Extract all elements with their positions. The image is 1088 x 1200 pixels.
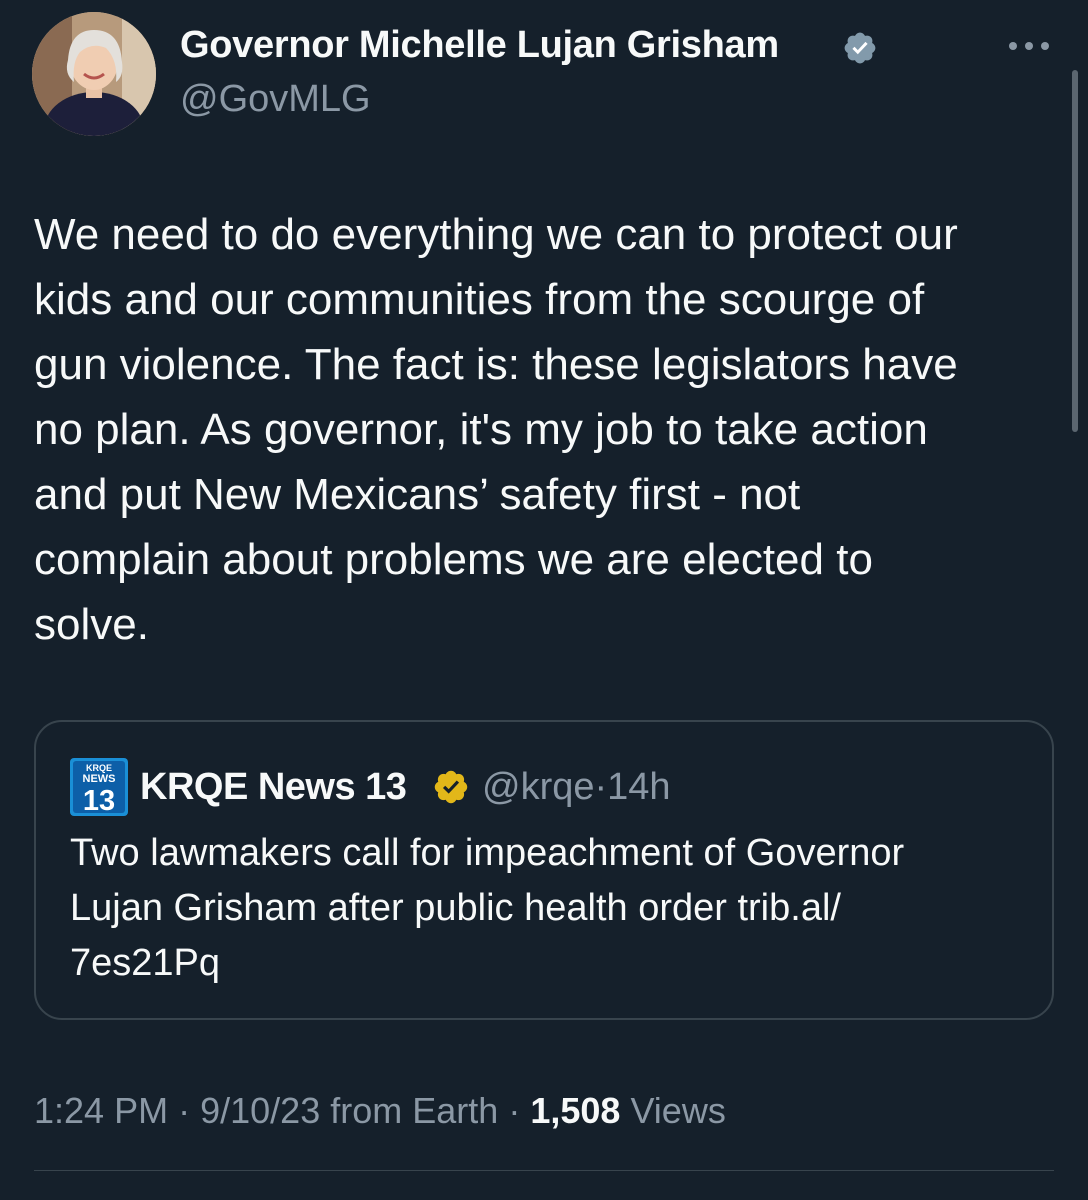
tweet-meta: 1:24 PM · 9/10/23 from Earth · 1,508 Vie…: [34, 1090, 726, 1132]
author-display-name[interactable]: Governor Michelle Lujan Grisham: [180, 24, 779, 67]
views-count: 1,508: [530, 1090, 621, 1131]
tweet-time[interactable]: 1:24 PM: [34, 1090, 168, 1131]
quoted-handle[interactable]: @krqe: [482, 766, 595, 808]
verified-badge-icon[interactable]: [842, 30, 878, 66]
tweet-text-line: We need to do everything we can to prote…: [34, 210, 958, 259]
quoted-text-line[interactable]: Lujan Grisham after public health order …: [70, 881, 1030, 936]
tweet-text-line: no plan. As governor, it's my job to tak…: [34, 405, 928, 454]
divider: [34, 1170, 1054, 1171]
avatar[interactable]: [32, 12, 156, 136]
quoted-author-name[interactable]: KRQE News 13: [140, 766, 407, 809]
logo-text-news: NEWS: [83, 773, 116, 785]
logo-text-krqe: KRQE: [86, 763, 112, 773]
tweet-text-line: gun violence. The fact is: these legisla…: [34, 340, 958, 389]
tweet-detail-view: Governor Michelle Lujan Grisham @GovMLG …: [0, 0, 1088, 1200]
views-label: Views: [630, 1090, 726, 1131]
tweet-text-line: kids and our communities from the scourg…: [34, 275, 925, 324]
verified-gold-badge-icon[interactable]: [432, 768, 470, 806]
logo-text-13: 13: [83, 785, 115, 816]
quoted-separator: ·: [594, 766, 608, 808]
scrollbar[interactable]: [1072, 70, 1078, 432]
krqe-logo-icon: KRQE NEWS 13: [70, 758, 128, 816]
quoted-text-line[interactable]: 7es21Pq: [70, 936, 1030, 991]
quoted-meta: @krqe·14h: [482, 766, 671, 809]
ellipsis-icon[interactable]: [1006, 38, 1052, 54]
tweet-text-line: solve.: [34, 600, 149, 649]
quoted-time[interactable]: 14h: [607, 766, 670, 808]
quoted-tweet-text: Two lawmakers call for impeachment of Go…: [70, 826, 1030, 991]
profile-photo-icon: [32, 12, 156, 136]
tweet-date[interactable]: 9/10/23: [200, 1090, 320, 1131]
meta-separator: ·: [508, 1090, 521, 1131]
author-handle[interactable]: @GovMLG: [180, 78, 371, 121]
tweet-text-line: complain about problems we are elected t…: [34, 535, 873, 584]
quoted-tweet-card[interactable]: KRQE NEWS 13 KRQE News 13 @krqe·14h Two …: [34, 720, 1054, 1020]
tweet-source: from Earth: [330, 1090, 499, 1131]
meta-separator: ·: [178, 1090, 191, 1131]
tweet-text-line: and put New Mexicans’ safety first - not: [34, 470, 801, 519]
quoted-text-line: Two lawmakers call for impeachment of Go…: [70, 832, 905, 874]
tweet-text: We need to do everything we can to prote…: [34, 202, 1064, 657]
